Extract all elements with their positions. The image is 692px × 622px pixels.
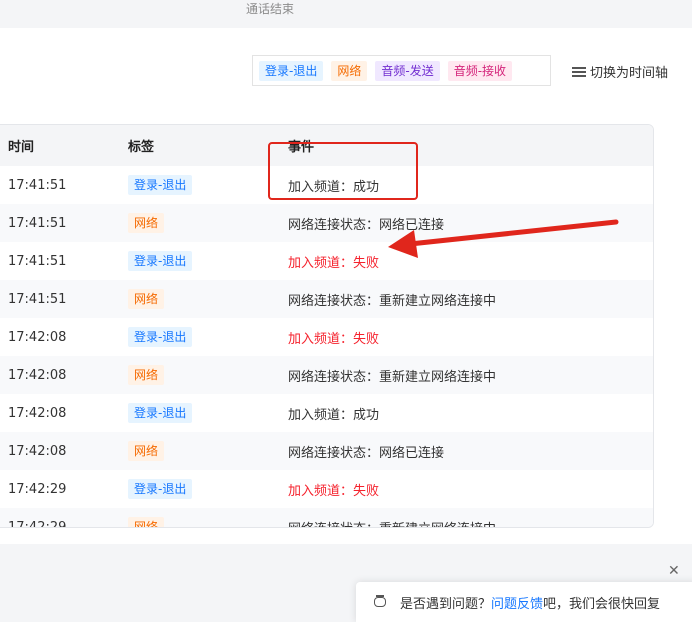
tag-legend: 登录-退出 网络 音频-发送 音频-接收 xyxy=(252,55,551,86)
cell-event: 网络连接状态：重新建立网络连接中 xyxy=(288,293,497,309)
cell-tag: 网络 xyxy=(111,289,271,309)
cell-time: 17:41:51 xyxy=(8,253,67,269)
cell-event: 网络连接状态：网络已连接 xyxy=(288,217,445,233)
legend-audio-receive[interactable]: 音频-接收 xyxy=(447,60,513,81)
header-time: 时间 xyxy=(8,140,35,155)
table-row: 17:41:51 登录-退出 加入频道：失败 xyxy=(0,242,653,280)
tag-badge: 网络 xyxy=(128,365,165,385)
table-row: 17:42:08 登录-退出 加入频道：失败 xyxy=(0,318,653,356)
cell-time: 17:42:29 xyxy=(8,481,67,497)
cell-tag: 登录-退出 xyxy=(111,403,271,423)
table-row: 17:42:29 登录-退出 加入频道：失败 xyxy=(0,470,653,508)
tag-badge: 登录-退出 xyxy=(128,327,193,347)
tag-badge: 网络 xyxy=(128,441,165,461)
cell-tag: 网络 xyxy=(111,517,271,527)
tag-badge: 登录-退出 xyxy=(128,479,193,499)
cell-time: 17:41:51 xyxy=(8,291,67,307)
cell-time: 17:42:29 xyxy=(8,519,67,528)
tag-badge: 网络 xyxy=(128,517,165,527)
cell-event: 加入频道：失败 xyxy=(288,255,380,271)
close-icon[interactable]: ✕ xyxy=(668,563,680,579)
legend-audio-send[interactable]: 音频-发送 xyxy=(375,60,440,81)
cell-event: 网络连接状态：网络已连接 xyxy=(288,445,445,461)
legend-login[interactable]: 登录-退出 xyxy=(259,60,324,81)
cell-tag: 登录-退出 xyxy=(111,175,271,195)
cell-tag: 网络 xyxy=(111,213,271,233)
cell-time: 17:42:08 xyxy=(8,329,67,345)
tag-badge: 登录-退出 xyxy=(128,175,193,195)
annotation-box xyxy=(268,142,418,200)
cell-tag: 网络 xyxy=(111,441,271,461)
table-body: 17:41:51 登录-退出 加入频道：成功 17:41:51 网络 网络连接状态：网络已… xyxy=(0,166,653,528)
table-row: 17:42:08 网络 网络连接状态：重新建立网络连接中 xyxy=(0,356,653,394)
table-row: 17:42:29 网络 网络连接状态：重新建立网络连接中 xyxy=(0,508,653,528)
cell-event: 加入频道：失败 xyxy=(288,331,380,347)
tag-badge: 登录-退出 xyxy=(128,251,193,271)
tag-badge: 网络 xyxy=(128,213,165,233)
switch-label: 切换为时间轴 xyxy=(590,66,669,81)
cell-tag: 登录-退出 xyxy=(111,327,271,347)
cell-time: 17:42:08 xyxy=(8,443,67,459)
feedback-prefix: 是否遇到问题？ xyxy=(400,596,492,612)
table-row: 17:41:51 网络 网络连接状态：重新建立网络连接中 xyxy=(0,280,653,318)
cell-tag: 网络 xyxy=(111,365,271,385)
cell-tag: 登录-退出 xyxy=(111,251,271,271)
cell-time: 17:41:51 xyxy=(8,177,67,193)
cell-time: 17:41:51 xyxy=(8,215,67,231)
call-ended-caption: 通话结束 xyxy=(246,2,295,16)
feedback-bar: 是否遇到问题？ 问题反馈 吧，我们会很快回复 xyxy=(356,582,692,622)
switch-to-timeline-button[interactable]: 切换为时间轴 xyxy=(572,62,668,81)
legend-network[interactable]: 网络 xyxy=(331,60,368,81)
table-row: 17:42:08 网络 网络连接状态：网络已连接 xyxy=(0,432,653,470)
feedback-link[interactable]: 问题反馈 xyxy=(491,593,543,612)
cell-event: 网络连接状态：重新建立网络连接中 xyxy=(288,369,497,385)
tag-badge: 登录-退出 xyxy=(128,403,193,423)
robot-icon xyxy=(372,595,388,609)
table-row: 17:41:51 网络 网络连接状态：网络已连接 xyxy=(0,204,653,242)
cell-event: 加入频道：成功 xyxy=(288,407,380,423)
cell-event: 加入频道：失败 xyxy=(288,483,380,499)
table-row: 17:42:08 登录-退出 加入频道：成功 xyxy=(0,394,653,432)
cell-time: 17:42:08 xyxy=(8,405,67,421)
cell-event: 网络连接状态：重新建立网络连接中 xyxy=(271,518,653,528)
cell-time: 17:42:08 xyxy=(8,367,67,383)
header-tag: 标签 xyxy=(128,140,155,155)
feedback-suffix: 吧，我们会很快回复 xyxy=(543,596,661,612)
list-icon xyxy=(572,66,586,78)
tag-badge: 网络 xyxy=(128,289,165,309)
cell-tag: 登录-退出 xyxy=(111,479,271,499)
